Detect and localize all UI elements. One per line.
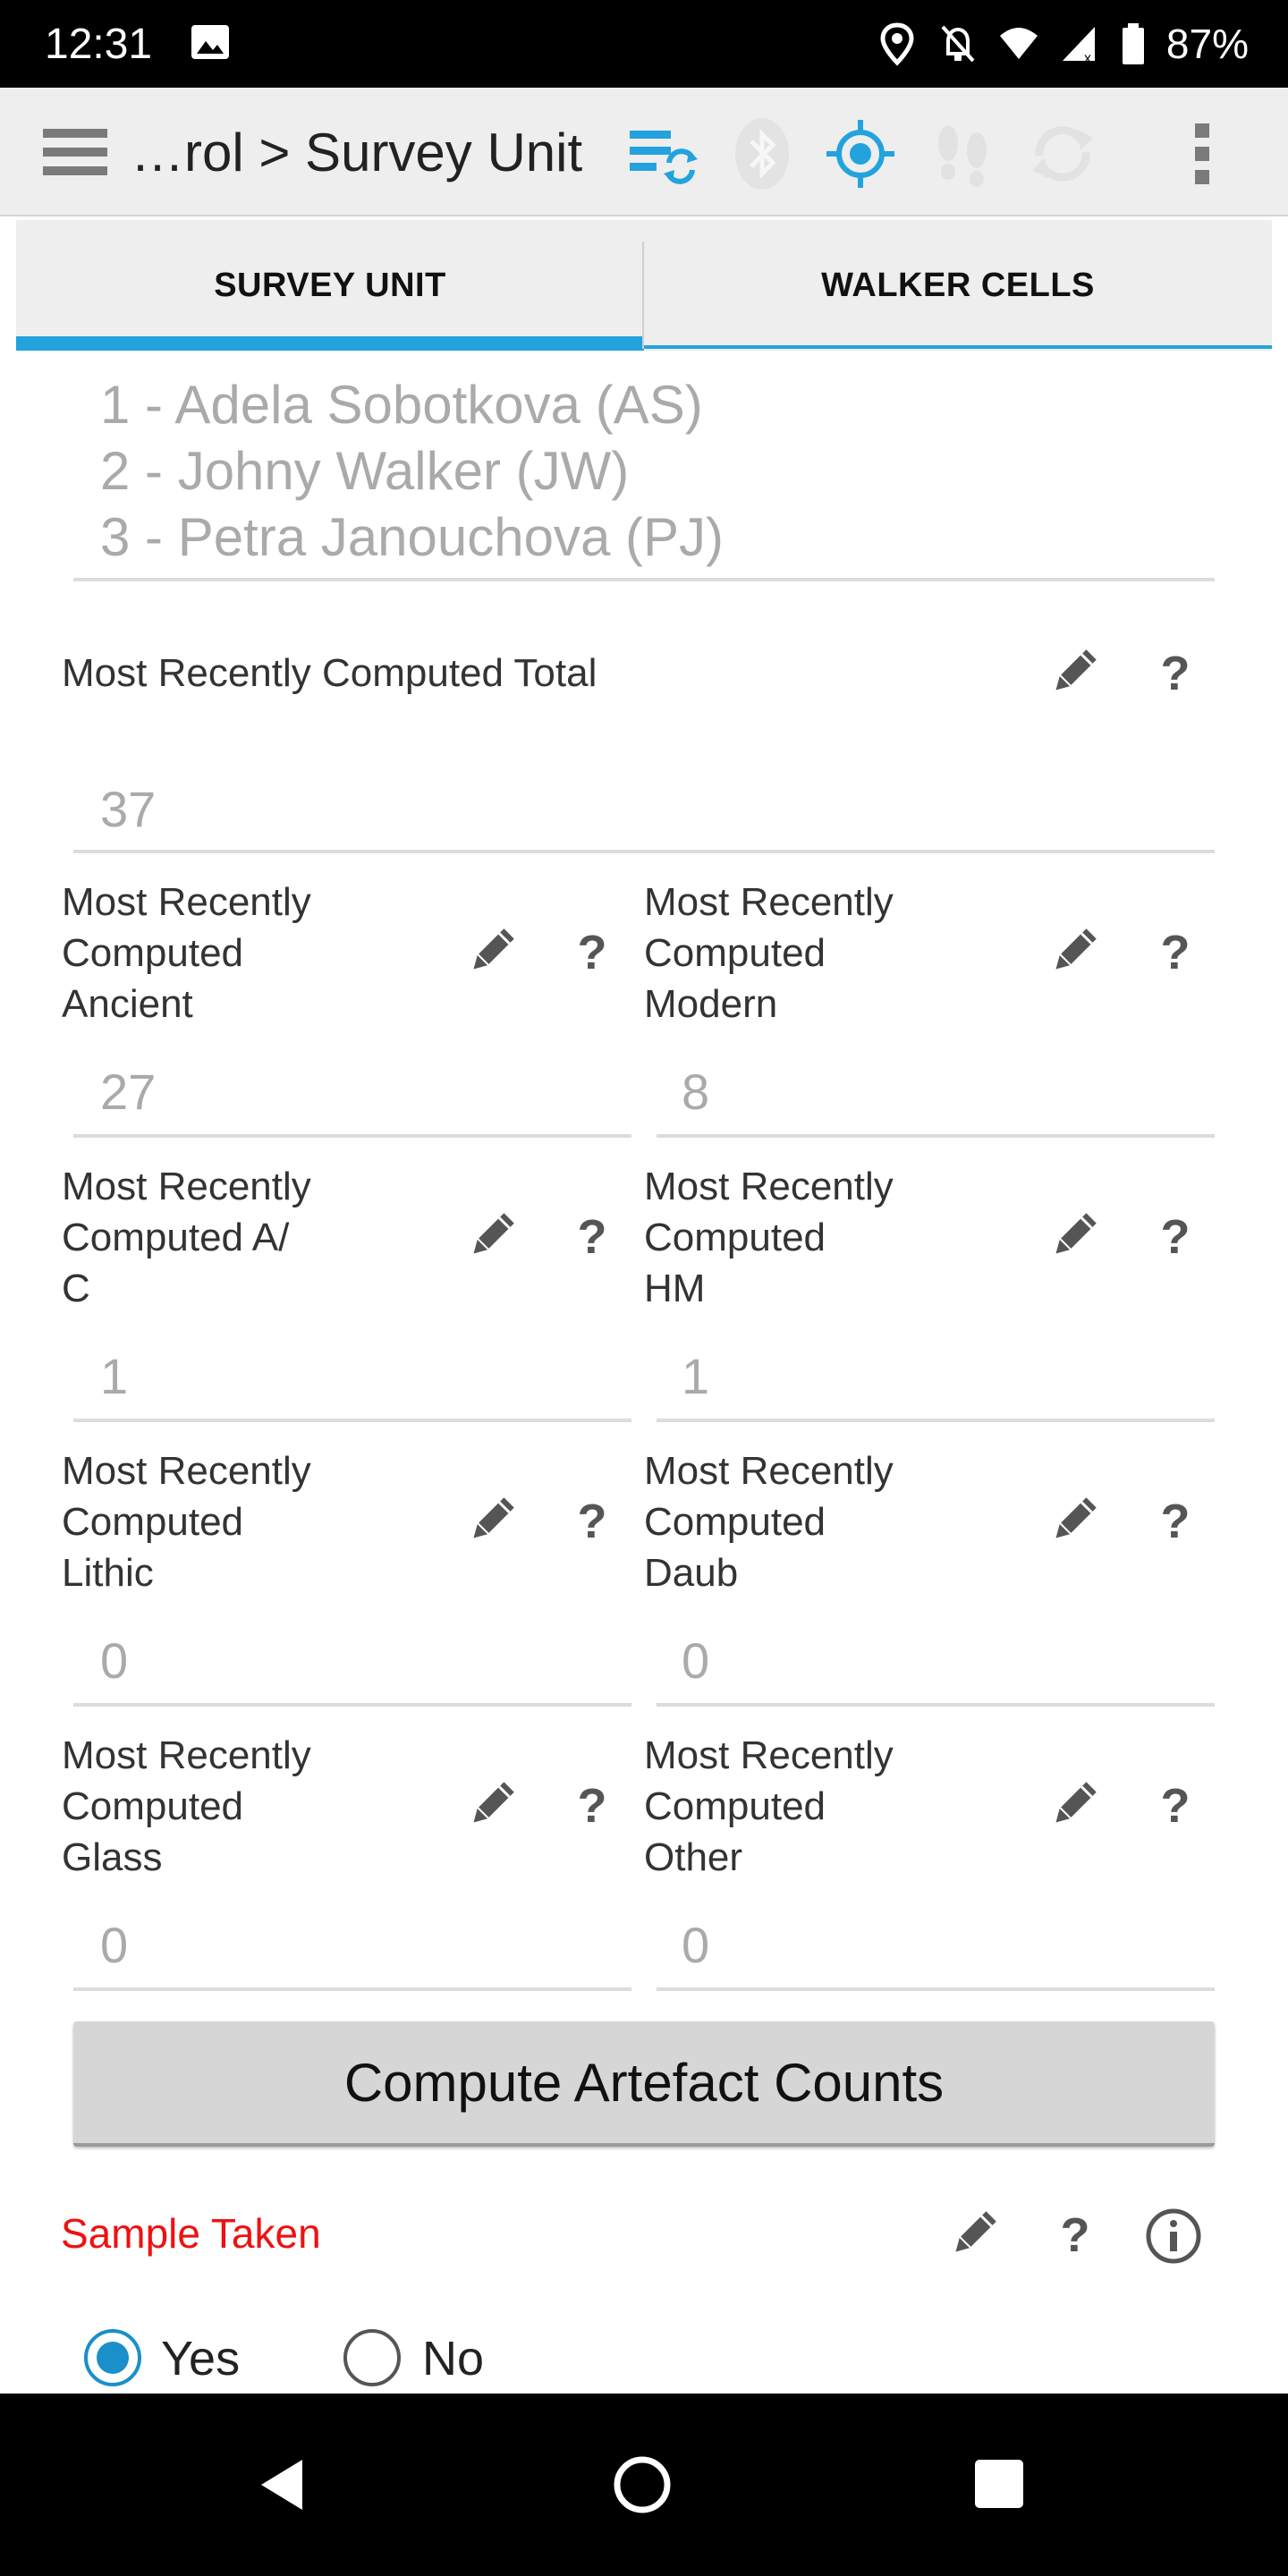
sample-no-label[interactable]: No xyxy=(422,2331,484,2386)
other-value[interactable]: 0 xyxy=(682,1916,709,1974)
battery-icon xyxy=(1122,23,1144,64)
notifications-off-icon xyxy=(941,25,975,63)
status-icons: x 87% xyxy=(877,20,1249,68)
daub-underline xyxy=(657,1703,1215,1707)
pencil-icon[interactable] xyxy=(466,1209,518,1261)
tab-survey-unit[interactable]: SURVEY UNIT xyxy=(16,220,644,351)
menu-icon[interactable] xyxy=(43,125,111,179)
help-icon[interactable]: ? xyxy=(572,1778,612,1834)
tab-bar: SURVEY UNIT WALKER CELLS xyxy=(16,220,1272,351)
ac-value[interactable]: 1 xyxy=(100,1347,128,1405)
compute-artefact-counts-button[interactable]: Compute Artefact Counts xyxy=(73,2021,1215,2147)
app-toolbar: …rol > Survey Unit xyxy=(0,88,1288,216)
total-underline xyxy=(73,850,1215,853)
sample-yes-radio[interactable] xyxy=(84,2329,141,2386)
bluetooth-icon[interactable] xyxy=(724,116,800,191)
pencil-icon[interactable] xyxy=(466,925,518,977)
info-icon[interactable] xyxy=(1145,2207,1202,2265)
help-icon[interactable]: ? xyxy=(1156,925,1195,980)
location-icon xyxy=(880,22,914,66)
sample-taken-label: Sample Taken xyxy=(61,2210,321,2257)
glass-underline xyxy=(73,1987,631,1991)
ancient-value[interactable]: 27 xyxy=(100,1063,156,1121)
help-icon[interactable]: ? xyxy=(572,925,612,980)
image-icon xyxy=(191,25,229,59)
sync-settings-icon[interactable] xyxy=(624,116,699,191)
home-icon[interactable] xyxy=(606,2449,678,2521)
svg-text:x: x xyxy=(1084,51,1091,66)
help-icon[interactable]: ? xyxy=(1156,646,1195,701)
ancient-label: Most Recently Computed Ancient xyxy=(62,880,311,1026)
hm-value[interactable]: 1 xyxy=(682,1347,709,1405)
footsteps-icon[interactable] xyxy=(925,116,1000,191)
status-bar: 12:31 x 87% xyxy=(0,0,1288,88)
glass-label: Most Recently Computed Glass xyxy=(62,1733,311,1879)
team-field-underline xyxy=(73,578,1215,581)
team-member: 2 - Johny Walker (JW) xyxy=(100,441,630,501)
pencil-icon[interactable] xyxy=(1048,925,1100,977)
other-label: Most Recently Computed Other xyxy=(644,1733,894,1879)
modern-value[interactable]: 8 xyxy=(682,1063,709,1121)
sample-yes-label[interactable]: Yes xyxy=(161,2331,240,2386)
other-underline xyxy=(657,1987,1215,1991)
total-label: Most Recently Computed Total xyxy=(62,651,597,695)
pencil-icon[interactable] xyxy=(1048,1209,1100,1261)
ac-underline xyxy=(73,1419,631,1422)
tab-label: SURVEY UNIT xyxy=(214,266,446,304)
daub-value[interactable]: 0 xyxy=(682,1631,709,1690)
pencil-icon[interactable] xyxy=(1048,1494,1100,1546)
total-value[interactable]: 37 xyxy=(100,780,156,838)
breadcrumb[interactable]: …rol > Survey Unit xyxy=(131,122,582,183)
survey-unit-form: 1 - Adela Sobotkova (AS) 2 - Johny Walke… xyxy=(16,351,1272,2394)
pencil-icon[interactable] xyxy=(948,2207,1000,2259)
gps-icon[interactable] xyxy=(823,116,898,191)
help-icon[interactable]: ? xyxy=(572,1494,612,1549)
recents-icon[interactable] xyxy=(964,2449,1036,2521)
team-member: 1 - Adela Sobotkova (AS) xyxy=(100,375,703,435)
cell-signal-icon: x xyxy=(1062,27,1095,66)
tab-label: WALKER CELLS xyxy=(821,266,1095,304)
overflow-menu-icon[interactable] xyxy=(1184,116,1220,191)
pencil-icon[interactable] xyxy=(1048,1778,1100,1830)
help-icon[interactable]: ? xyxy=(1156,1209,1195,1265)
modern-underline xyxy=(657,1134,1215,1138)
ancient-underline xyxy=(73,1134,631,1138)
wifi-icon xyxy=(999,28,1038,59)
lithic-underline xyxy=(73,1703,631,1707)
tab-divider xyxy=(642,242,644,349)
pencil-icon[interactable] xyxy=(466,1778,518,1830)
daub-label: Most Recently Computed Daub xyxy=(644,1449,894,1595)
refresh-icon[interactable] xyxy=(1025,116,1100,191)
lithic-value[interactable]: 0 xyxy=(100,1631,128,1690)
pencil-icon[interactable] xyxy=(466,1494,518,1546)
hm-underline xyxy=(657,1419,1215,1422)
battery-percent: 87% xyxy=(1165,21,1249,67)
team-members-list[interactable]: 1 - Adela Sobotkova (AS) 2 - Johny Walke… xyxy=(100,372,724,571)
glass-value[interactable]: 0 xyxy=(100,1916,128,1974)
system-nav-bar xyxy=(0,2394,1288,2576)
modern-label: Most Recently Computed Modern xyxy=(644,880,894,1026)
help-icon[interactable]: ? xyxy=(1156,1494,1195,1549)
lithic-label: Most Recently Computed Lithic xyxy=(62,1449,311,1595)
help-icon[interactable]: ? xyxy=(1055,2207,1095,2263)
help-icon[interactable]: ? xyxy=(1156,1778,1195,1834)
help-icon[interactable]: ? xyxy=(572,1209,612,1265)
ac-label: Most Recently Computed A/C xyxy=(62,1165,311,1310)
tab-walker-cells[interactable]: WALKER CELLS xyxy=(644,220,1272,351)
tab-underline xyxy=(644,345,1272,349)
back-icon[interactable] xyxy=(249,2449,320,2521)
team-member: 3 - Petra Janouchova (PJ) xyxy=(100,507,724,567)
hm-label: Most Recently Computed HM xyxy=(644,1165,894,1310)
sample-no-radio[interactable] xyxy=(343,2329,401,2386)
pencil-icon[interactable] xyxy=(1048,646,1100,698)
app-screen: 12:31 x 87% …rol > Survey Unit SURVEY UN… xyxy=(0,0,1288,2576)
status-time: 12:31 xyxy=(45,21,153,68)
